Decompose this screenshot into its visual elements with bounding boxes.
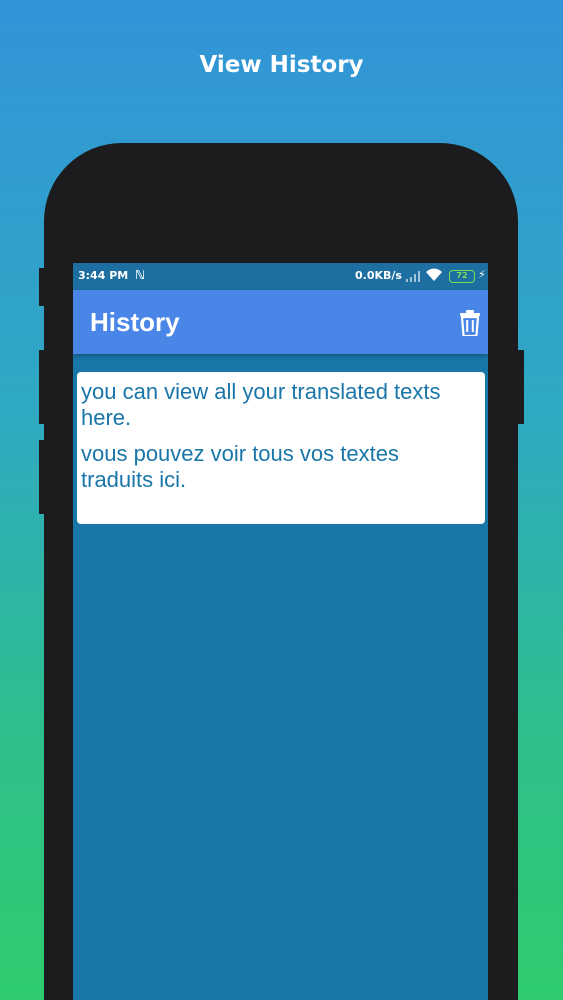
trash-icon[interactable]	[459, 310, 481, 336]
page-title: History	[90, 307, 180, 337]
promo-title: View History	[199, 52, 364, 78]
status-time: 3:44 PM	[78, 269, 129, 282]
history-source-text: you can view all your translated texts h…	[81, 379, 441, 430]
status-data-rate: 0.0KB/s	[355, 269, 402, 282]
charging-icon: ⚡	[478, 268, 486, 281]
phone-power-button	[518, 350, 524, 424]
history-translated-text: vous pouvez voir tous vos textes traduit…	[81, 441, 399, 492]
battery-icon: 72	[449, 270, 475, 283]
status-bar: 3:44 PM ℕ 0.0KB/s 72 ⚡	[73, 263, 488, 290]
phone-screen: 3:44 PM ℕ 0.0KB/s 72 ⚡ History you can v…	[73, 263, 488, 1000]
history-card[interactable]: you can view all your translated texts h…	[77, 372, 485, 524]
wifi-icon	[426, 268, 442, 281]
app-bar: History	[73, 290, 488, 354]
signal-icon	[406, 271, 420, 282]
n-icon: ℕ	[135, 268, 146, 282]
